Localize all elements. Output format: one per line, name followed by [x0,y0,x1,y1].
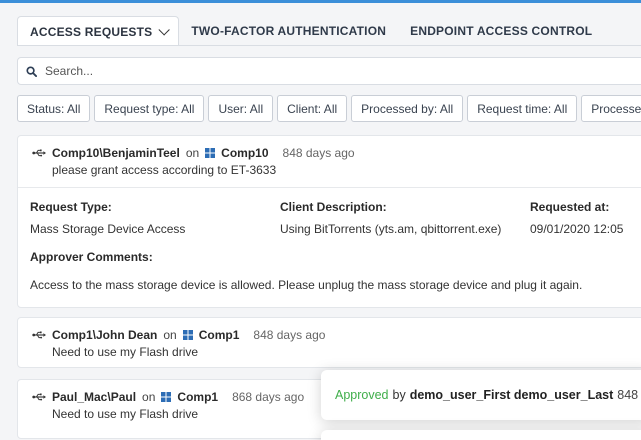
request-computer: Comp10 [221,146,269,160]
filter-bar: Status: All Request type: All User: All … [17,95,641,122]
tab-label: TWO-FACTOR AUTHENTICATION [191,24,387,38]
approver-name: demo_user_First demo_user_Last [409,388,614,402]
approval-status-panel-secondary [321,430,641,440]
tab-bar: ACCESS REQUESTS TWO-FACTOR AUTHENTICATIO… [17,16,604,46]
filter-label: Request type: All [104,101,195,116]
request-computer: Comp1 [177,390,219,404]
windows-icon [161,392,172,402]
app-frame: ACCESS REQUESTS TWO-FACTOR AUTHENTICATIO… [0,0,641,440]
approval-age: 848 d [617,388,641,402]
filter-request-type[interactable]: Request type: All [94,95,205,122]
requested-at-label: Requested at: [530,200,610,214]
tab-divider [17,45,641,46]
requested-at-value: 09/01/2020 12:05 [530,222,624,236]
filter-label: Request time: All [477,101,568,116]
request-age: 868 days ago [232,390,305,404]
request-user: Comp1\John Dean [52,328,158,342]
filter-label: User: All [218,101,264,116]
approver-comments-label: Approver Comments: [30,250,153,264]
chevron-down-icon [158,23,171,36]
request-card[interactable]: Comp1\John Dean on Comp1 848 days ago Ne… [17,317,641,368]
client-description-value: Using BitTorrents (yts.am, qbittorrent.e… [280,222,502,236]
request-user: Paul_Mac\Paul [52,390,137,404]
windows-icon [205,148,216,158]
by-label: by [392,388,406,402]
tab-access-requests[interactable]: ACCESS REQUESTS [17,16,180,46]
filter-label: Status: All [27,101,81,116]
request-computer: Comp1 [198,328,240,342]
request-reason: Need to use my Flash drive [52,345,199,359]
filter-request-time[interactable]: Request time: All [467,95,578,122]
tab-endpoint-access-control[interactable]: ENDPOINT ACCESS CONTROL [398,16,604,46]
on-label: on [185,146,200,160]
tab-two-factor-authentication[interactable]: TWO-FACTOR AUTHENTICATION [179,16,398,46]
approval-status-panel: Approved by demo_user_First demo_user_La… [321,370,641,420]
on-label: on [142,390,156,404]
filter-user[interactable]: User: All [208,95,274,122]
search-box [17,57,641,85]
tab-label: ACCESS REQUESTS [30,24,153,39]
usb-icon [32,149,46,157]
request-card-expanded[interactable]: Comp10\BenjaminTeel on Comp10 848 days a… [17,135,641,308]
tab-label: ENDPOINT ACCESS CONTROL [410,24,593,38]
filter-label: Client: All [287,101,338,116]
approver-comments-value: Access to the mass storage device is all… [30,278,583,292]
usb-icon [32,393,46,401]
request-age: 848 days ago [253,328,326,342]
filter-label: Processed time: [591,101,641,116]
filter-status[interactable]: Status: All [17,95,91,122]
request-type-label: Request Type: [30,200,112,214]
request-type-value: Mass Storage Device Access [30,222,186,236]
windows-icon [182,330,193,340]
filter-processed-time[interactable]: Processed time: [581,95,641,122]
usb-icon [32,331,46,339]
filter-label: Processed by: All [361,101,454,116]
top-accent-bar [0,0,641,3]
request-details: Request Type: Mass Storage Device Access… [18,187,641,318]
request-reason: please grant access according to ET-3633 [52,163,277,177]
request-age: 848 days ago [282,146,355,160]
on-label: on [163,328,177,342]
search-icon [26,65,37,77]
search-input[interactable] [43,63,641,79]
approval-status: Approved [335,388,389,402]
filter-processed-by[interactable]: Processed by: All [351,95,464,122]
client-description-label: Client Description: [280,200,387,214]
filter-client[interactable]: Client: All [277,95,348,122]
request-user: Comp10\BenjaminTeel [52,146,180,160]
